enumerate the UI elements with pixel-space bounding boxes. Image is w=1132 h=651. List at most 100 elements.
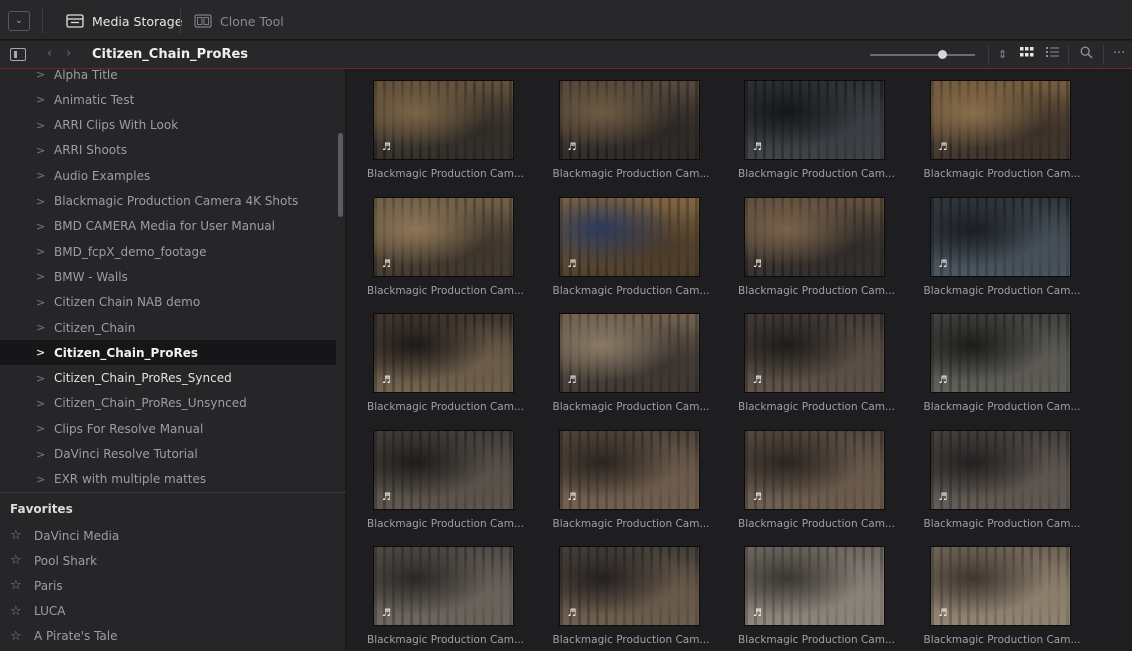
clip-item[interactable]: ♬ Blackmagic Production Cam... [353,419,538,530]
audio-clip-icon: ♬ [938,142,948,153]
clip-thumbnail[interactable]: ♬ [558,313,700,393]
chevron-right-icon[interactable]: > [36,119,54,132]
tree-item[interactable]: > Citizen Chain NAB demo [0,290,336,315]
tree-item[interactable]: > Citizen_Chain_ProRes_Synced [0,366,336,391]
clip-thumbnail[interactable]: ♬ [929,80,1071,160]
tree-item[interactable]: > ARRI Clips With Look [0,113,336,138]
tree-item[interactable]: > Citizen_Chain_ProRes_Unsynced [0,391,336,416]
chevron-right-icon[interactable]: > [36,422,54,435]
audio-clip-icon: ♬ [567,491,577,503]
sort-icon[interactable]: ⇕ [998,48,1007,61]
clip-thumbnail[interactable]: ♬ [744,196,885,277]
thumbnail-view-icon[interactable] [1020,46,1034,62]
clip-thumbnail[interactable]: ♬ [558,546,700,626]
chevron-right-icon[interactable]: > [36,144,54,157]
audio-clip-icon: ♬ [382,258,391,270]
clip-thumbnail[interactable]: ♬ [373,429,514,510]
clip-item[interactable]: ♬ Blackmagic Production Cam... [724,186,909,297]
tree-item[interactable]: > ARRI Shoots [0,138,336,163]
clip-item[interactable]: ♬ Blackmagic Production Cam... [724,302,909,413]
clip-thumbnail[interactable]: ♬ [929,546,1071,626]
clip-item[interactable]: ♬ Blackmagic Production Cam... [724,69,909,180]
clip-item[interactable]: ♬ Blackmagic Production Cam... [353,535,538,646]
clip-item[interactable]: ♬ Blackmagic Production Cam... [539,535,724,646]
sidebar-toggle-icon[interactable] [10,48,26,61]
slider-knob[interactable] [938,50,948,59]
clip-thumbnail[interactable]: ♬ [744,80,885,160]
clip-item[interactable]: ♬ Blackmagic Production Cam... [353,69,538,180]
tree-item[interactable]: > BMD_fcpX_demo_footage [0,239,336,264]
clip-item[interactable]: ♬ Blackmagic Production Cam... [910,535,1095,646]
chevron-right-icon[interactable]: > [36,69,54,81]
clip-thumbnail[interactable]: ♬ [744,546,885,626]
tree-item[interactable]: > EXR with multiple mattes [0,467,336,490]
clip-item[interactable]: ♬ Blackmagic Production Cam... [539,69,724,180]
tab-clone-tool[interactable]: Clone Tool [194,12,284,30]
media-storage-icon [66,14,84,28]
clip-item[interactable]: ♬ Blackmagic Production Cam... [539,419,724,530]
clip-item[interactable]: ♬ Blackmagic Production Cam... [910,302,1095,413]
chevron-right-icon[interactable]: > [36,93,54,106]
clip-thumbnail[interactable]: ♬ [929,196,1071,277]
tree-item[interactable]: > Animatic Test [0,87,336,112]
chevron-right-icon[interactable]: > [36,346,54,359]
tree-item-label: Audio Examples [54,168,151,183]
clip-item[interactable]: ♬ Blackmagic Production Cam... [724,419,909,530]
favorite-item[interactable]: ☆ LUCA [0,599,346,624]
tree-item[interactable]: > Alpha Title [0,69,336,87]
clip-thumbnail[interactable]: ♬ [558,429,700,510]
clip-thumbnail[interactable]: ♬ [373,80,514,160]
chevron-right-icon[interactable]: > [36,270,54,283]
clip-thumbnail[interactable]: ♬ [373,546,514,626]
chevron-right-icon[interactable]: > [36,296,54,309]
clip-thumbnail[interactable]: ♬ [929,429,1071,510]
favorite-item[interactable]: ☆ Pool Shark [0,548,346,573]
tree-item[interactable]: > DaVinci Resolve Tutorial [0,442,336,467]
clip-item[interactable]: ♬ Blackmagic Production Cam... [353,186,538,297]
clip-thumbnail[interactable]: ♬ [744,313,885,393]
chevron-right-icon[interactable]: > [36,245,54,258]
forward-arrow-icon[interactable]: › [66,46,71,61]
tree-item[interactable]: > BMW - Walls [0,264,336,289]
clip-thumbnail[interactable]: ♬ [373,313,514,393]
tree-item[interactable]: > Citizen_Chain_ProRes [0,340,336,366]
panel-menu-button[interactable]: ⌄ [8,11,30,31]
clip-item[interactable]: ♬ Blackmagic Production Cam... [539,186,724,297]
clip-thumbnail[interactable]: ♬ [373,196,514,277]
chevron-down-icon: ⌄ [14,15,24,26]
favorite-item[interactable]: ☆ A Pirate's Tale [0,624,346,649]
favorite-item[interactable]: ☆ Paris [0,573,346,598]
clip-thumbnail[interactable]: ♬ [744,429,885,510]
sidebar-scrollbar[interactable] [338,133,343,217]
tree-item[interactable]: > Clips For Resolve Manual [0,416,336,441]
tree-item[interactable]: > Audio Examples [0,163,336,188]
chevron-right-icon[interactable]: > [36,473,54,486]
chevron-right-icon[interactable]: > [36,220,54,233]
search-icon[interactable] [1080,46,1093,63]
clip-thumbnail[interactable]: ♬ [558,80,700,160]
chevron-right-icon[interactable]: > [36,195,54,208]
tree-item[interactable]: > Citizen_Chain [0,315,336,340]
clip-thumbnail[interactable]: ♬ [929,313,1071,393]
back-arrow-icon[interactable]: ‹ [47,46,52,61]
chevron-right-icon[interactable]: > [36,321,54,334]
chevron-right-icon[interactable]: > [36,372,54,385]
tree-item-label: Citizen_Chain [54,320,136,335]
clip-item[interactable]: ♬ Blackmagic Production Cam... [910,186,1095,297]
chevron-right-icon[interactable]: > [36,397,54,410]
clip-thumbnail[interactable]: ♬ [558,196,700,277]
clip-item[interactable]: ♬ Blackmagic Production Cam... [910,419,1095,530]
clip-item[interactable]: ♬ Blackmagic Production Cam... [539,302,724,413]
clip-item[interactable]: ♬ Blackmagic Production Cam... [353,302,538,413]
thumbnail-size-slider[interactable] [870,50,975,59]
list-view-icon[interactable] [1046,46,1059,62]
clip-item[interactable]: ♬ Blackmagic Production Cam... [910,69,1095,180]
tab-media-storage[interactable]: Media Storage [66,12,182,30]
tree-item[interactable]: > BMD CAMERA Media for User Manual [0,214,336,239]
clip-item[interactable]: ♬ Blackmagic Production Cam... [724,535,909,646]
chevron-right-icon[interactable]: > [36,448,54,461]
favorite-item[interactable]: ☆ DaVinci Media [0,523,346,548]
more-options-icon[interactable]: ··· [1113,46,1125,61]
chevron-right-icon[interactable]: > [36,169,54,182]
tree-item[interactable]: > Blackmagic Production Camera 4K Shots [0,189,336,214]
